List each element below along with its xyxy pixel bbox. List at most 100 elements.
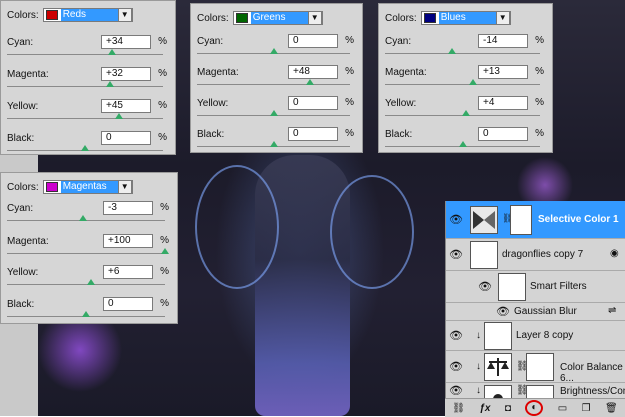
magenta-slider-thumb[interactable] [469,79,478,85]
layer-name: Gaussian Blur [514,306,577,317]
black-slider-thumb[interactable] [269,141,278,147]
yellow-slider-thumb[interactable] [115,113,124,119]
add-mask-icon[interactable]: ◘ [505,403,511,414]
eye-icon[interactable]: 👁 [478,280,492,293]
magenta-input[interactable]: +100 [103,234,153,248]
color-swatch [423,13,436,23]
magenta-slider-track[interactable] [197,84,350,85]
magenta-label: Magenta: [385,67,427,78]
filter-mask-thumbnail [498,273,526,301]
magenta-input[interactable]: +32 [101,67,151,81]
wing-right [330,175,414,289]
percent-sign: % [535,35,544,46]
yellow-slider-thumb[interactable] [461,110,470,116]
cyan-input[interactable]: +34 [101,35,151,49]
eye-icon[interactable]: 👁 [496,305,510,318]
black-input[interactable]: 0 [101,131,151,145]
black-input[interactable]: 0 [288,127,338,141]
cyan-input[interactable]: -3 [103,201,153,215]
new-adjustment-layer-icon[interactable]: ◐ [525,400,544,416]
chevron-down-icon[interactable]: ▼ [307,11,322,25]
chevron-down-icon[interactable]: ▼ [117,8,132,22]
yellow-row: Yellow: +4 % [385,96,546,124]
eye-icon[interactable]: 👁 [449,329,463,342]
percent-sign: % [158,36,167,47]
layer-brightness[interactable]: 👁 ↓ ⛓ Brightness/Con... [446,383,625,399]
yellow-input[interactable]: +45 [101,99,151,113]
eye-icon[interactable]: 👁 [449,248,463,261]
magenta-slider-track[interactable] [385,84,540,85]
cyan-slider-thumb[interactable] [447,48,456,54]
colors-select[interactable]: Magentas ▼ [42,180,133,194]
layers-panel: 👁 ⛓ Selective Color 1 👁 dragonflies copy… [445,201,625,416]
percent-sign: % [158,100,167,111]
colors-label: Colors: [385,12,417,24]
cyan-slider-thumb[interactable] [107,49,116,55]
cyan-row: Cyan: +34 % [7,35,169,63]
yellow-input[interactable]: 0 [288,96,338,110]
clip-arrow-icon: ↓ [476,385,481,396]
cyan-label: Cyan: [197,36,224,47]
black-slider-thumb[interactable] [81,145,89,151]
fx-icon[interactable]: ƒx [479,403,490,414]
layer-thumbnail [484,322,512,350]
eye-icon[interactable]: 👁 [449,213,463,226]
yellow-slider-track[interactable] [7,118,163,119]
percent-sign: % [535,97,544,108]
balance-scale-icon [487,358,509,376]
cyan-slider-thumb[interactable] [269,48,278,54]
layer-dragonflies[interactable]: 👁 dragonflies copy 7 ◉ [446,239,625,271]
colors-select[interactable]: Blues ▼ [420,11,511,25]
magenta-slider-thumb[interactable] [161,248,169,254]
yellow-label: Yellow: [7,267,39,278]
chevron-down-icon[interactable]: ▼ [495,11,510,25]
black-input[interactable]: 0 [103,297,153,311]
filter-options-icon[interactable]: ⇌ [608,305,616,316]
layer-name: Smart Filters [530,281,587,292]
black-input[interactable]: 0 [478,127,528,141]
cyan-row: Cyan: -14 % [385,34,546,62]
cyan-input[interactable]: 0 [288,34,338,48]
layer-gaussian-blur[interactable]: 👁 Gaussian Blur ⇌ [446,303,625,321]
colors-select[interactable]: Greens ▼ [232,11,323,25]
cyan-slider-track[interactable] [7,54,163,55]
magenta-label: Magenta: [197,67,239,78]
yellow-slider-thumb[interactable] [269,110,278,116]
cyan-slider-thumb[interactable] [78,215,87,221]
percent-sign: % [535,128,544,139]
new-layer-icon[interactable]: ❐ [582,403,591,414]
yellow-input[interactable]: +4 [478,96,528,110]
percent-sign: % [535,66,544,77]
magenta-input[interactable]: +48 [288,65,338,79]
layer-smart-filters[interactable]: 👁 Smart Filters [446,271,625,303]
adjustment-thumbnail [484,353,512,381]
eye-icon[interactable]: 👁 [449,360,463,373]
layers-footer: ⛓ ƒx ◘ ◐ ▭ ❐ 🗑 [445,398,625,417]
percent-sign: % [158,68,167,79]
black-row: Black: 0 % [197,127,356,155]
percent-sign: % [158,132,167,143]
layer-selective-color[interactable]: 👁 ⛓ Selective Color 1 [446,201,625,239]
new-group-icon[interactable]: ▭ [558,403,567,414]
black-slider-thumb[interactable] [458,141,467,147]
magenta-input[interactable]: +13 [478,65,528,79]
black-slider-thumb[interactable] [82,311,90,317]
cyan-input[interactable]: -14 [478,34,528,48]
yellow-slider-thumb[interactable] [86,279,95,285]
cyan-slider-track[interactable] [385,53,540,54]
layer-name: Layer 8 copy [516,330,574,341]
magenta-slider-thumb[interactable] [306,79,315,85]
magenta-slider-track[interactable] [7,253,165,254]
magenta-slider-track[interactable] [7,86,163,87]
colors-select[interactable]: Reds ▼ [42,8,133,22]
yellow-label: Yellow: [385,98,417,109]
link-layers-icon[interactable]: ⛓ [452,403,465,414]
yellow-input[interactable]: +6 [103,265,153,279]
selective-color-panel-magentas: Colors: Magentas ▼ Cyan: -3 % Magenta: +… [0,172,178,324]
eye-icon[interactable]: 👁 [449,384,463,397]
chevron-down-icon[interactable]: ▼ [117,180,132,194]
layer-layer8-copy[interactable]: 👁 ↓ Layer 8 copy [446,321,625,351]
trash-icon[interactable]: 🗑 [605,403,618,414]
magenta-slider-thumb[interactable] [105,81,114,87]
layer-color-balance[interactable]: 👁 ↓ ⛓ Color Balance 6... [446,351,625,384]
